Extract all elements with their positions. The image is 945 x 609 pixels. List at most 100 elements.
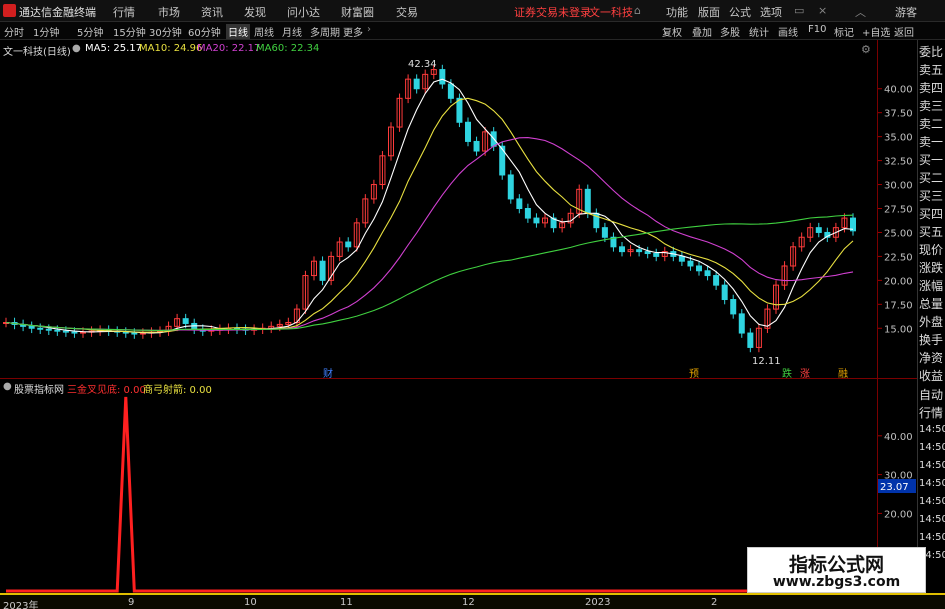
menu-layout[interactable]: 版面 [698, 4, 720, 20]
menu-trade[interactable]: 交易 [396, 4, 418, 20]
menu-formula[interactable]: 公式 [729, 4, 751, 20]
indicator-chart[interactable] [0, 379, 877, 593]
price-tick-label: 27.50 [884, 205, 913, 216]
sidebar-item[interactable]: 买四 [919, 205, 943, 222]
menu-wealth[interactable]: 财富圈 [341, 4, 374, 20]
candle-body [533, 217, 540, 224]
period-more[interactable]: 更多 [343, 24, 363, 39]
candle-body [738, 313, 745, 334]
period-weekly[interactable]: 周线 [254, 24, 274, 39]
app-logo-icon [3, 4, 16, 17]
sidebar-item[interactable]: 现价 [919, 241, 943, 258]
home-icon[interactable]: ⌂ [634, 4, 641, 17]
btn-draw[interactable]: 画线 [778, 24, 798, 39]
main-chart-panel[interactable]: 文一科技(日线) ● MA5: 25.17 MA10: 24.96 MA20: … [0, 40, 917, 380]
candle-body [54, 329, 61, 332]
sidebar-item[interactable]: 行情 [919, 404, 943, 421]
candle-body [319, 260, 326, 281]
guest-label[interactable]: 游客 [895, 4, 917, 20]
marker-rise[interactable]: 涨 [800, 365, 810, 380]
candle-body [730, 299, 737, 315]
sidebar-item[interactable]: 买三 [919, 187, 943, 204]
marker-margin[interactable]: 融 [838, 365, 848, 380]
menu-options[interactable]: 选项 [760, 4, 782, 20]
period-daily[interactable]: 日线 [226, 24, 250, 39]
sidebar-item[interactable]: 外盘 [919, 313, 943, 330]
candle-body [619, 246, 625, 253]
btn-back[interactable]: 返回 [894, 24, 914, 39]
btn-f10[interactable]: F10 [808, 24, 826, 35]
main-chart-title: 文一科技(日线) [3, 47, 71, 58]
menu-market[interactable]: 市场 [158, 4, 180, 20]
sidebar-item[interactable]: 买二 [919, 169, 943, 186]
chevron-right-icon[interactable]: › [367, 24, 371, 35]
btn-multi-stock[interactable]: 多股 [720, 24, 740, 39]
sidebar-item[interactable]: 卖五 [919, 61, 943, 78]
btn-add-watchlist[interactable]: +自选 [862, 24, 890, 39]
period-5min[interactable]: 5分钟 [77, 24, 103, 39]
menu-news[interactable]: 资讯 [201, 4, 223, 20]
period-multi[interactable]: 多周期 [310, 24, 340, 39]
settings-icon[interactable]: ● [3, 381, 12, 392]
time-label: 2 [711, 597, 718, 608]
candle-body [644, 251, 651, 255]
close-icon[interactable]: × [818, 4, 827, 17]
sidebar-item[interactable]: 卖一 [919, 133, 943, 150]
sidebar-item[interactable]: 卖二 [919, 115, 943, 132]
time-label: 11 [340, 597, 353, 608]
candle-body [456, 97, 463, 123]
price-axis: 40.00 37.50 35.00 32.50 30.00 27.50 25.00 22.50… [877, 40, 917, 593]
login-notice[interactable]: 证券交易未登录 [514, 4, 591, 20]
sidebar-item[interactable]: 卖三 [919, 97, 943, 114]
price-tick-label: 40.00 [884, 85, 913, 96]
marker-fall[interactable]: 跌 [782, 365, 792, 380]
sidebar-item[interactable]: 涨跌 [919, 259, 943, 276]
candle-body [439, 69, 446, 85]
settings-icon[interactable]: ● [72, 43, 81, 54]
candle-body [747, 332, 754, 348]
menu-quotes[interactable]: 行情 [113, 4, 135, 20]
sidebar-item[interactable]: 收益 [919, 367, 943, 384]
menu-ask[interactable]: 问小达 [287, 4, 320, 20]
btn-overlay[interactable]: 叠加 [692, 24, 712, 39]
sidebar-item[interactable]: 涨幅 [919, 277, 943, 294]
price-tick-label: 35.00 [884, 133, 913, 144]
minimize-icon[interactable]: ▭ [794, 4, 804, 17]
candle-body [713, 275, 720, 286]
gear-icon[interactable]: ⚙ [861, 43, 871, 56]
candlestick-chart[interactable] [0, 40, 877, 379]
sidebar-time: 14:50 [919, 460, 945, 471]
sidebar-item[interactable]: 换手 [919, 331, 943, 348]
indicator-tick-label: 40.00 [884, 432, 913, 443]
candle-body [636, 249, 643, 253]
period-tick[interactable]: 分时 [4, 24, 24, 39]
chevron-up-icon[interactable]: ︿ [855, 4, 866, 20]
sidebar-item[interactable]: 买一 [919, 151, 943, 168]
btn-mark[interactable]: 标记 [834, 24, 854, 39]
sidebar-item[interactable]: 净资 [919, 349, 943, 366]
ma5-label: MA5: 25.17 [85, 43, 143, 54]
sidebar-item[interactable]: 卖四 [919, 79, 943, 96]
period-15min[interactable]: 15分钟 [113, 24, 146, 39]
indicator-title: 股票指标网 [14, 385, 64, 396]
period-30min[interactable]: 30分钟 [149, 24, 182, 39]
sidebar-item[interactable]: 委比 [919, 43, 943, 60]
period-monthly[interactable]: 月线 [282, 24, 302, 39]
candle-body [131, 332, 138, 335]
menu-function[interactable]: 功能 [666, 4, 688, 20]
sidebar-item[interactable]: 总量 [919, 295, 943, 312]
menu-discover[interactable]: 发现 [244, 4, 266, 20]
candle-body [71, 331, 78, 334]
sidebar-item[interactable]: 买五 [919, 223, 943, 240]
price-tick-label: 37.50 [884, 109, 913, 120]
btn-adjust[interactable]: 复权 [662, 24, 682, 39]
btn-stats[interactable]: 统计 [749, 24, 769, 39]
sidebar-item[interactable]: 自动 [919, 386, 943, 403]
marker-forecast[interactable]: 预 [689, 365, 699, 380]
period-60min[interactable]: 60分钟 [188, 24, 221, 39]
candle-body [37, 327, 44, 330]
candle-body [653, 253, 660, 257]
candle-body [122, 331, 129, 334]
marker-finance[interactable]: 财 [323, 365, 333, 380]
period-1min[interactable]: 1分钟 [33, 24, 59, 39]
